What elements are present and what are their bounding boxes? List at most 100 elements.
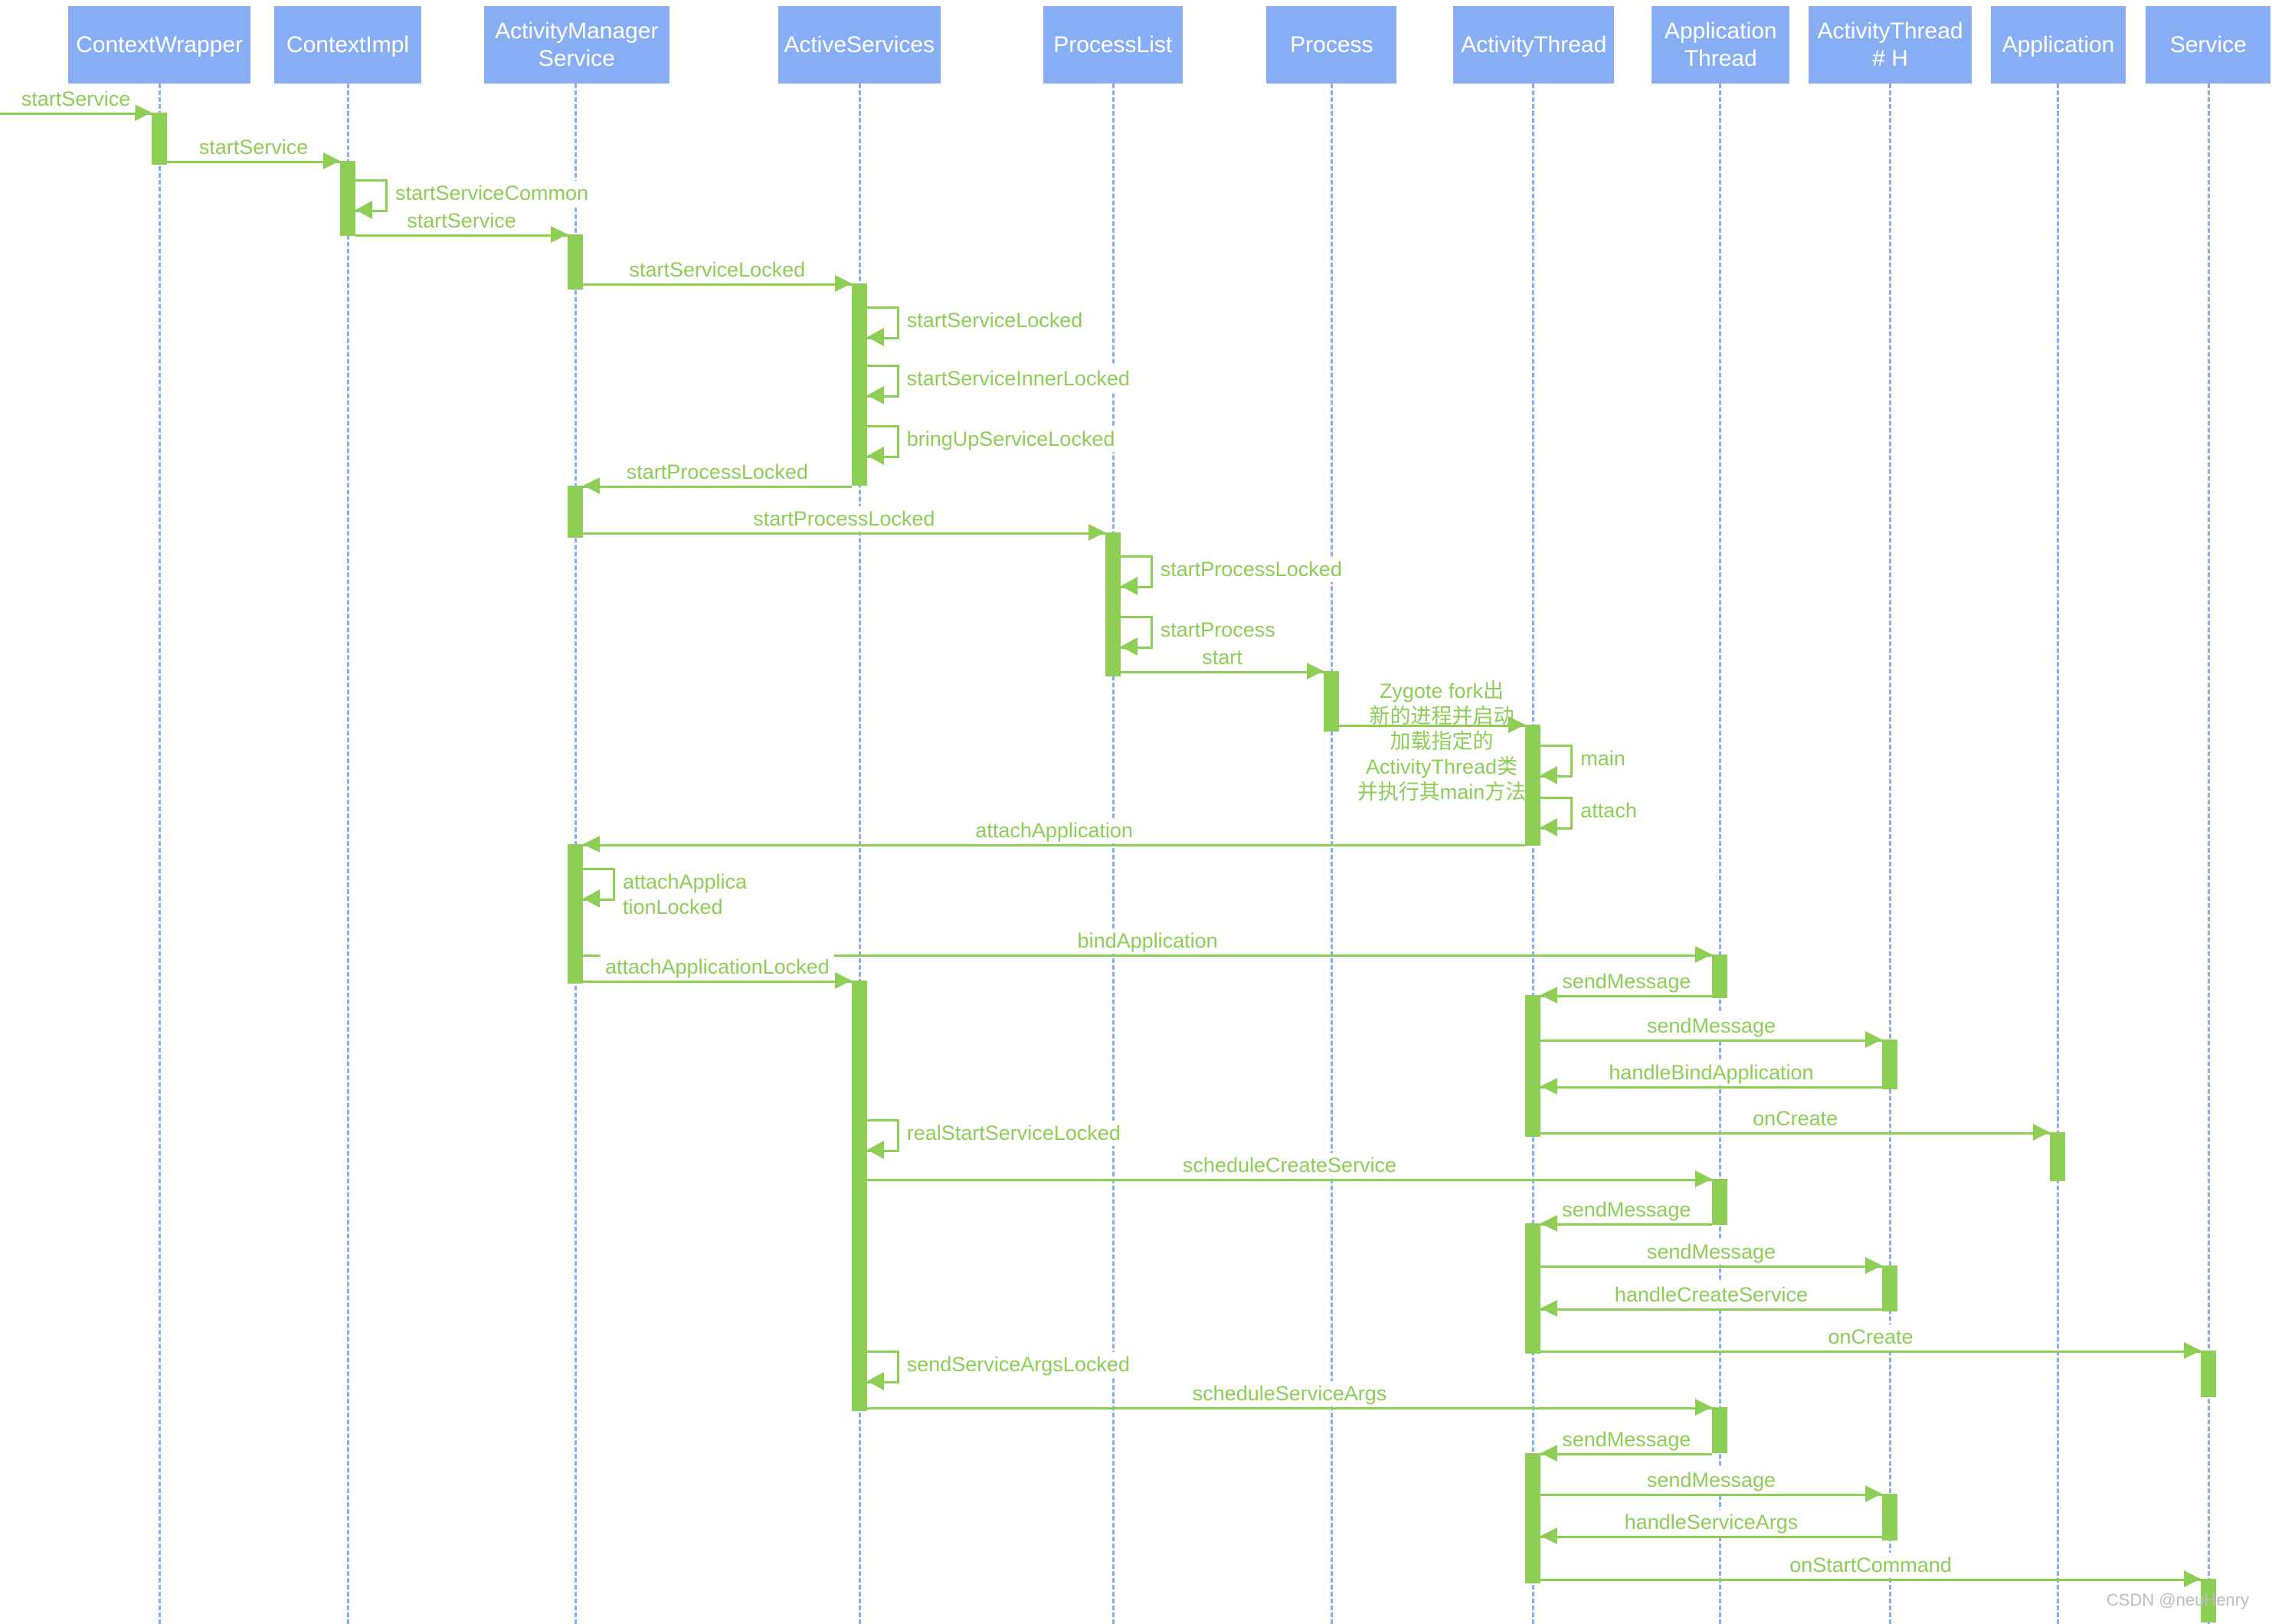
- message-label-m8: bringUpServiceLocked: [902, 427, 1120, 452]
- arrow-head-icon: [1540, 1215, 1558, 1233]
- activation-bar-applicationthread: [1712, 954, 1728, 998]
- participant-box-contextimpl[interactable]: ContextImpl: [273, 5, 422, 84]
- lifeline-processlist: [1111, 83, 1115, 1624]
- participant-box-activitymanagerservice[interactable]: ActivityManager Service: [483, 5, 669, 84]
- message-line-m22[interactable]: [1540, 1040, 1882, 1043]
- activation-bar-activitymanagerservice: [567, 844, 583, 984]
- message-line-m10[interactable]: [582, 532, 1105, 535]
- message-line-m13[interactable]: [1120, 670, 1324, 673]
- message-label-m25: realStartServiceLocked: [902, 1121, 1125, 1147]
- message-label-m18: attachApplica tionLocked: [617, 869, 752, 920]
- arrow-head-icon: [1540, 986, 1558, 1004]
- activation-bar-activitythread: [1525, 724, 1541, 846]
- arrow-head-icon: [834, 971, 852, 989]
- activation-bar-activitymanagerservice: [567, 234, 583, 290]
- arrow-head-icon: [866, 385, 884, 404]
- arrow-head-icon: [1695, 945, 1713, 963]
- message-line-m4[interactable]: [355, 234, 568, 237]
- message-label-m19: bindApplication: [1072, 928, 1223, 954]
- participant-box-applicationthread[interactable]: Application Thread: [1652, 5, 1790, 84]
- arrow-head-icon: [2183, 1570, 2201, 1588]
- lifeline-contextwrapper: [159, 83, 162, 1624]
- message-line-m23[interactable]: [1540, 1085, 1882, 1089]
- message-line-m2[interactable]: [167, 160, 340, 163]
- message-line-m28[interactable]: [1540, 1265, 1882, 1268]
- message-label-m7: startServiceInnerLocked: [902, 365, 1134, 391]
- message-label-m5: startServiceLocked: [624, 257, 810, 283]
- message-label-m10: startProcessLocked: [748, 506, 940, 532]
- message-label-m12: startProcess: [1155, 617, 1280, 643]
- message-label-m33: sendMessage: [1557, 1427, 1696, 1453]
- arrow-head-icon: [582, 836, 600, 853]
- message-label-m30: onCreate: [1823, 1324, 1918, 1351]
- message-label-m35: handleServiceArgs: [1619, 1509, 1803, 1535]
- message-line-m26[interactable]: [866, 1178, 1713, 1181]
- lifeline-activitythreadh: [1888, 83, 1891, 1624]
- message-line-m9[interactable]: [582, 486, 852, 489]
- message-label-m3: startServiceCommon: [390, 181, 594, 207]
- message-label-m6: startServiceLocked: [902, 308, 1088, 334]
- arrow-head-icon: [866, 1372, 884, 1391]
- activation-bar-contextwrapper: [152, 113, 168, 165]
- message-line-m36[interactable]: [1540, 1579, 2201, 1582]
- message-label-m24: onCreate: [1748, 1106, 1843, 1132]
- activation-bar-activitythreadh: [1881, 1494, 1897, 1541]
- activation-bar-activitythread: [1525, 994, 1541, 1137]
- message-label-m16: attach: [1576, 798, 1642, 824]
- sequence-diagram-canvas: ContextWrapper ContextImpl ActivityManager…: [0, 0, 2272, 1624]
- lifeline-applicationthread: [1719, 83, 1722, 1624]
- message-line-m27[interactable]: [1540, 1223, 1713, 1226]
- watermark: CSDN @neuHenry: [2106, 1590, 2249, 1609]
- arrow-head-icon: [866, 1141, 884, 1160]
- message-label-m14: Zygote fork出 新的进程并启动 加载指定的 ActivityThrea…: [1357, 679, 1527, 804]
- message-line-m21[interactable]: [1540, 994, 1713, 997]
- message-label-m20: attachApplicationLocked: [600, 954, 834, 980]
- message-line-m32[interactable]: [866, 1406, 1713, 1410]
- message-label-m36: onStartCommand: [1785, 1553, 1956, 1579]
- message-line-m29[interactable]: [1540, 1308, 1882, 1311]
- arrow-head-icon: [1695, 1170, 1713, 1187]
- arrow-head-icon: [582, 477, 600, 495]
- message-label-m15: main: [1576, 746, 1630, 772]
- arrow-head-icon: [582, 889, 600, 908]
- message-label-m2: startService: [194, 134, 313, 160]
- participant-box-service[interactable]: Service: [2146, 5, 2271, 84]
- participant-box-activitythread[interactable]: ActivityThread: [1453, 5, 1615, 84]
- lifeline-activitythread: [1532, 83, 1535, 1624]
- message-line-m24[interactable]: [1540, 1132, 2051, 1135]
- message-line-m17[interactable]: [582, 844, 1526, 847]
- message-label-m13: start: [1197, 644, 1247, 670]
- message-line-m30[interactable]: [1540, 1351, 2201, 1354]
- message-line-m35[interactable]: [1540, 1535, 1882, 1538]
- message-label-m11: startProcessLocked: [1155, 556, 1347, 582]
- arrow-head-icon: [834, 275, 852, 292]
- participant-box-process[interactable]: Process: [1266, 5, 1397, 84]
- arrow-head-icon: [1864, 1256, 1882, 1274]
- message-label-m22: sendMessage: [1642, 1013, 1781, 1040]
- message-line-m20[interactable]: [582, 980, 852, 983]
- activation-bar-activitythreadh: [1881, 1040, 1897, 1089]
- message-label-m34: sendMessage: [1642, 1468, 1781, 1494]
- activation-bar-applicationthread: [1712, 1406, 1728, 1454]
- participant-box-application[interactable]: Application: [1991, 5, 2126, 84]
- arrow-head-icon: [1540, 766, 1558, 785]
- message-line-m5[interactable]: [582, 283, 852, 286]
- arrow-head-icon: [1864, 1485, 1882, 1503]
- arrow-head-icon: [355, 201, 372, 220]
- arrow-head-icon: [866, 328, 884, 347]
- message-line-m33[interactable]: [1540, 1453, 1713, 1456]
- message-label-m27: sendMessage: [1557, 1197, 1696, 1223]
- participant-box-activitythreadh[interactable]: ActivityThread # H: [1808, 5, 1972, 84]
- participant-box-contextwrapper[interactable]: ContextWrapper: [67, 5, 251, 84]
- participant-box-processlist[interactable]: ProcessList: [1043, 5, 1183, 84]
- arrow-head-icon: [1540, 818, 1558, 837]
- message-line-m1[interactable]: [0, 113, 152, 116]
- arrow-head-icon: [135, 104, 152, 122]
- message-line-m34[interactable]: [1540, 1494, 1882, 1497]
- arrow-head-icon: [1307, 662, 1324, 679]
- arrow-head-icon: [2183, 1342, 2201, 1360]
- activation-bar-applicationthread: [1712, 1178, 1728, 1225]
- lifeline-contextimpl: [346, 83, 349, 1624]
- participant-box-activeservices[interactable]: ActiveServices: [778, 5, 941, 84]
- message-label-m32: scheduleServiceArgs: [1187, 1380, 1392, 1406]
